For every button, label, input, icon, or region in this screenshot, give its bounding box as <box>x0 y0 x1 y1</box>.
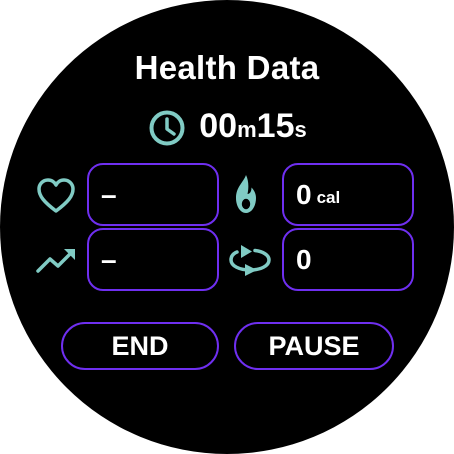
trending-up-icon <box>36 249 75 273</box>
heart-rate-box: – <box>87 163 219 226</box>
heart-rate-value: – <box>101 178 117 210</box>
timer-seconds: 15 <box>256 107 295 145</box>
laps-icon <box>229 245 271 276</box>
timer-seconds-unit: s <box>294 117 307 142</box>
flame-icon <box>236 175 256 213</box>
calories-value: 0 <box>296 178 312 210</box>
end-button[interactable]: END <box>61 322 219 370</box>
pace-box: – <box>87 228 219 291</box>
calories-box: 0 cal <box>282 163 414 226</box>
workout-timer: 00m15s <box>0 106 454 150</box>
laps-box: 0 <box>282 228 414 291</box>
timer-minutes: 00 <box>199 107 238 145</box>
timer-minutes-unit: m <box>237 117 257 142</box>
timer-readout: 00m15s <box>199 106 306 150</box>
laps-value: 0 <box>296 243 312 275</box>
calories-unit: cal <box>316 187 341 207</box>
pause-button[interactable]: PAUSE <box>234 322 394 370</box>
pace-value: – <box>101 243 117 275</box>
screen-title: Health Data <box>134 49 320 86</box>
watch-screen: Health Data 00m15s – 0 cal – 0 END PAUSE <box>0 0 454 454</box>
clock-icon <box>149 110 185 146</box>
heart-icon <box>37 178 75 213</box>
